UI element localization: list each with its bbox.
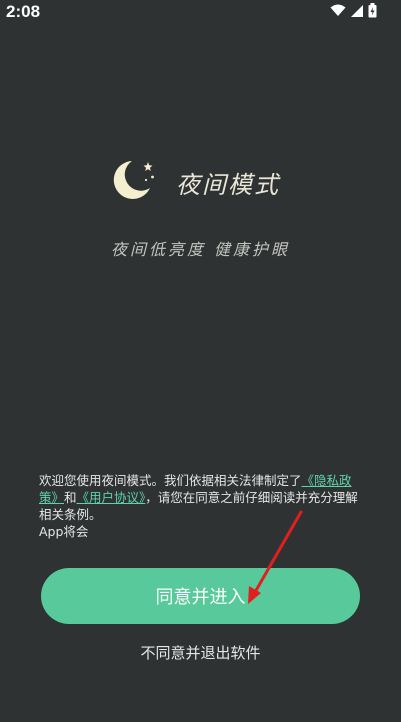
disagree-and-exit-button[interactable]: 不同意并退出软件: [0, 642, 401, 663]
signal-icon: [350, 4, 364, 18]
status-bar: 2:08: [0, 0, 401, 26]
agree-and-enter-button[interactable]: 同意并进入: [41, 568, 360, 624]
moon-stars-icon: [112, 158, 158, 206]
status-time: 2:08: [6, 2, 41, 21]
app-logo: 夜间模式: [112, 158, 280, 206]
user-agreement-link[interactable]: 《用户协议》: [77, 490, 146, 505]
agreement-and: 和: [64, 490, 77, 505]
battery-icon: [368, 3, 377, 18]
agreement-prefix: 欢迎您使用夜间模式。我们依据相关法律制定了: [39, 473, 302, 488]
wifi-icon: [330, 4, 346, 17]
agreement-extra: App将会: [39, 524, 89, 539]
agreement-text: 欢迎您使用夜间模式。我们依据相关法律制定了《隐私政策》和《用户协议》，请您在同意…: [39, 472, 361, 540]
status-icons: [330, 3, 377, 18]
app-title: 夜间模式: [176, 170, 280, 199]
app-slogan: 夜间低亮度 健康护眼: [110, 240, 291, 259]
